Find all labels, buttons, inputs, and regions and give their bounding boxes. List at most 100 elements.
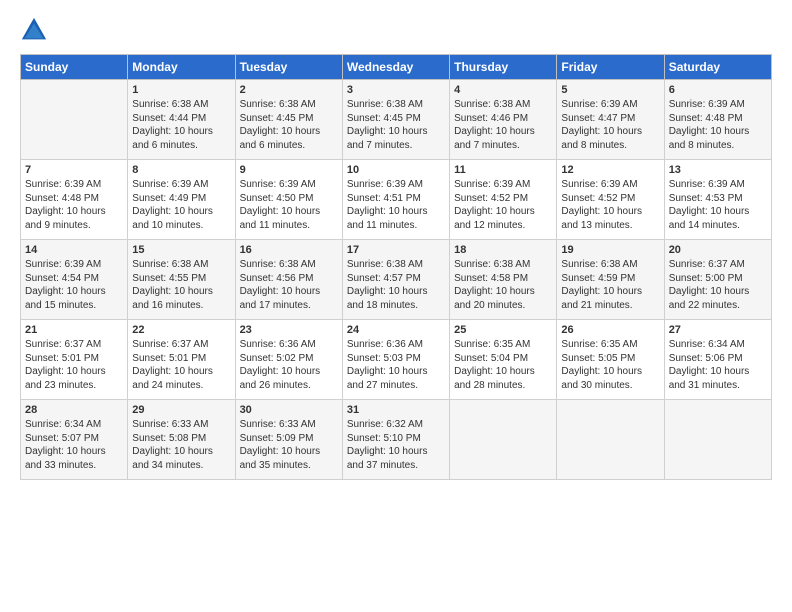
cell-content: Sunrise: 6:38 AM Sunset: 4:45 PM Dayligh… xyxy=(347,98,445,152)
col-header-friday: Friday xyxy=(557,55,664,80)
day-number: 16 xyxy=(240,244,338,256)
cell-content: Sunrise: 6:39 AM Sunset: 4:49 PM Dayligh… xyxy=(132,178,230,232)
day-number: 23 xyxy=(240,324,338,336)
cell-content: Sunrise: 6:38 AM Sunset: 4:58 PM Dayligh… xyxy=(454,258,552,312)
cell-content: Sunrise: 6:39 AM Sunset: 4:50 PM Dayligh… xyxy=(240,178,338,232)
cell-content: Sunrise: 6:37 AM Sunset: 5:01 PM Dayligh… xyxy=(25,338,123,392)
cell-w5-d6 xyxy=(557,400,664,480)
cell-w5-d5 xyxy=(450,400,557,480)
cell-content: Sunrise: 6:39 AM Sunset: 4:53 PM Dayligh… xyxy=(669,178,767,232)
cell-content: Sunrise: 6:39 AM Sunset: 4:51 PM Dayligh… xyxy=(347,178,445,232)
day-number: 8 xyxy=(132,164,230,176)
day-number: 20 xyxy=(669,244,767,256)
col-header-wednesday: Wednesday xyxy=(342,55,449,80)
cell-content: Sunrise: 6:38 AM Sunset: 4:56 PM Dayligh… xyxy=(240,258,338,312)
cell-w5-d7 xyxy=(664,400,771,480)
day-number: 31 xyxy=(347,404,445,416)
cell-w4-d5: 25Sunrise: 6:35 AM Sunset: 5:04 PM Dayli… xyxy=(450,320,557,400)
day-number: 27 xyxy=(669,324,767,336)
cell-content: Sunrise: 6:38 AM Sunset: 4:44 PM Dayligh… xyxy=(132,98,230,152)
page: SundayMondayTuesdayWednesdayThursdayFrid… xyxy=(0,0,792,492)
cell-w3-d6: 19 Sunrise: 6:38 AM Sunset: 4:59 PM Dayli… xyxy=(557,240,664,320)
cell-w2-d4: 10 Sunrise: 6:39 AM Sunset: 4:51 PM Dayli… xyxy=(342,160,449,240)
col-header-saturday: Saturday xyxy=(664,55,771,80)
cell-content: Sunrise: 6:34 AM Sunset: 5:06 PM Dayligh… xyxy=(669,338,767,392)
day-number: 12 xyxy=(561,164,659,176)
cell-w1-d4: 3 Sunrise: 6:38 AM Sunset: 4:45 PM Daylig… xyxy=(342,80,449,160)
cell-w5-d4: 31 Sunrise: 6:32 AM Sunset: 5:10 PM Dayli… xyxy=(342,400,449,480)
cell-content: Sunrise: 6:35 AM Sunset: 5:05 PM Dayligh… xyxy=(561,338,659,392)
day-number: 11 xyxy=(454,164,552,176)
cell-content: Sunrise: 6:39 AM Sunset: 4:52 PM Dayligh… xyxy=(561,178,659,232)
day-number: 6 xyxy=(669,84,767,96)
col-header-thursday: Thursday xyxy=(450,55,557,80)
cell-w1-d3: 2Sunrise: 6:38 AM Sunset: 4:45 PM Daylig… xyxy=(235,80,342,160)
cell-w4-d6: 26 Sunrise: 6:35 AM Sunset: 5:05 PM Dayli… xyxy=(557,320,664,400)
cell-w4-d1: 21Sunrise: 6:37 AM Sunset: 5:01 PM Dayli… xyxy=(21,320,128,400)
day-number: 3 xyxy=(347,84,445,96)
cell-content: Sunrise: 6:38 AM Sunset: 4:55 PM Dayligh… xyxy=(132,258,230,312)
day-number: 19 xyxy=(561,244,659,256)
cell-w3-d7: 20 Sunrise: 6:37 AM Sunset: 5:00 PM Dayli… xyxy=(664,240,771,320)
cell-w2-d1: 7Sunrise: 6:39 AM Sunset: 4:48 PM Daylig… xyxy=(21,160,128,240)
day-number: 22 xyxy=(132,324,230,336)
day-number: 30 xyxy=(240,404,338,416)
cell-w2-d3: 9 Sunrise: 6:39 AM Sunset: 4:50 PM Daylig… xyxy=(235,160,342,240)
day-number: 28 xyxy=(25,404,123,416)
cell-content: Sunrise: 6:35 AM Sunset: 5:04 PM Dayligh… xyxy=(454,338,552,392)
day-number: 4 xyxy=(454,84,552,96)
week-row-1: 1 Sunrise: 6:38 AM Sunset: 4:44 PM Daylig… xyxy=(21,80,772,160)
day-number: 1 xyxy=(132,84,230,96)
cell-w3-d2: 15Sunrise: 6:38 AM Sunset: 4:55 PM Dayli… xyxy=(128,240,235,320)
cell-content: Sunrise: 6:37 AM Sunset: 5:00 PM Dayligh… xyxy=(669,258,767,312)
col-header-sunday: Sunday xyxy=(21,55,128,80)
cell-content: Sunrise: 6:33 AM Sunset: 5:09 PM Dayligh… xyxy=(240,418,338,472)
day-number: 24 xyxy=(347,324,445,336)
cell-content: Sunrise: 6:37 AM Sunset: 5:01 PM Dayligh… xyxy=(132,338,230,392)
header xyxy=(20,16,772,44)
cell-w1-d7: 6 Sunrise: 6:39 AM Sunset: 4:48 PM Daylig… xyxy=(664,80,771,160)
cell-content: Sunrise: 6:38 AM Sunset: 4:46 PM Dayligh… xyxy=(454,98,552,152)
cell-content: Sunrise: 6:38 AM Sunset: 4:59 PM Dayligh… xyxy=(561,258,659,312)
cell-content: Sunrise: 6:38 AM Sunset: 4:57 PM Dayligh… xyxy=(347,258,445,312)
day-number: 9 xyxy=(240,164,338,176)
day-number: 26 xyxy=(561,324,659,336)
cell-w2-d2: 8 Sunrise: 6:39 AM Sunset: 4:49 PM Daylig… xyxy=(128,160,235,240)
week-row-3: 14Sunrise: 6:39 AM Sunset: 4:54 PM Dayli… xyxy=(21,240,772,320)
cell-w2-d6: 12 Sunrise: 6:39 AM Sunset: 4:52 PM Dayli… xyxy=(557,160,664,240)
cell-w5-d2: 29 Sunrise: 6:33 AM Sunset: 5:08 PM Dayli… xyxy=(128,400,235,480)
cell-content: Sunrise: 6:34 AM Sunset: 5:07 PM Dayligh… xyxy=(25,418,123,472)
header-row: SundayMondayTuesdayWednesdayThursdayFrid… xyxy=(21,55,772,80)
cell-content: Sunrise: 6:33 AM Sunset: 5:08 PM Dayligh… xyxy=(132,418,230,472)
cell-w5-d3: 30 Sunrise: 6:33 AM Sunset: 5:09 PM Dayli… xyxy=(235,400,342,480)
logo-icon xyxy=(20,16,48,44)
day-number: 2 xyxy=(240,84,338,96)
week-row-2: 7Sunrise: 6:39 AM Sunset: 4:48 PM Daylig… xyxy=(21,160,772,240)
cell-w1-d2: 1 Sunrise: 6:38 AM Sunset: 4:44 PM Daylig… xyxy=(128,80,235,160)
cell-content: Sunrise: 6:39 AM Sunset: 4:47 PM Dayligh… xyxy=(561,98,659,152)
cell-w2-d5: 11Sunrise: 6:39 AM Sunset: 4:52 PM Dayli… xyxy=(450,160,557,240)
cell-w1-d6: 5 Sunrise: 6:39 AM Sunset: 4:47 PM Daylig… xyxy=(557,80,664,160)
day-number: 18 xyxy=(454,244,552,256)
logo xyxy=(20,16,52,44)
cell-content: Sunrise: 6:39 AM Sunset: 4:48 PM Dayligh… xyxy=(25,178,123,232)
day-number: 10 xyxy=(347,164,445,176)
calendar-header: SundayMondayTuesdayWednesdayThursdayFrid… xyxy=(21,55,772,80)
cell-w3-d4: 17 Sunrise: 6:38 AM Sunset: 4:57 PM Dayli… xyxy=(342,240,449,320)
week-row-4: 21Sunrise: 6:37 AM Sunset: 5:01 PM Dayli… xyxy=(21,320,772,400)
cell-w5-d1: 28 Sunrise: 6:34 AM Sunset: 5:07 PM Dayli… xyxy=(21,400,128,480)
cell-w1-d5: 4 Sunrise: 6:38 AM Sunset: 4:46 PM Daylig… xyxy=(450,80,557,160)
day-number: 29 xyxy=(132,404,230,416)
cell-w3-d5: 18 Sunrise: 6:38 AM Sunset: 4:58 PM Dayli… xyxy=(450,240,557,320)
cell-w3-d1: 14Sunrise: 6:39 AM Sunset: 4:54 PM Dayli… xyxy=(21,240,128,320)
cell-content: Sunrise: 6:32 AM Sunset: 5:10 PM Dayligh… xyxy=(347,418,445,472)
cell-content: Sunrise: 6:39 AM Sunset: 4:48 PM Dayligh… xyxy=(669,98,767,152)
col-header-monday: Monday xyxy=(128,55,235,80)
day-number: 5 xyxy=(561,84,659,96)
day-number: 17 xyxy=(347,244,445,256)
cell-w4-d7: 27 Sunrise: 6:34 AM Sunset: 5:06 PM Dayli… xyxy=(664,320,771,400)
week-row-5: 28 Sunrise: 6:34 AM Sunset: 5:07 PM Dayli… xyxy=(21,400,772,480)
day-number: 13 xyxy=(669,164,767,176)
col-header-tuesday: Tuesday xyxy=(235,55,342,80)
cell-content: Sunrise: 6:36 AM Sunset: 5:02 PM Dayligh… xyxy=(240,338,338,392)
